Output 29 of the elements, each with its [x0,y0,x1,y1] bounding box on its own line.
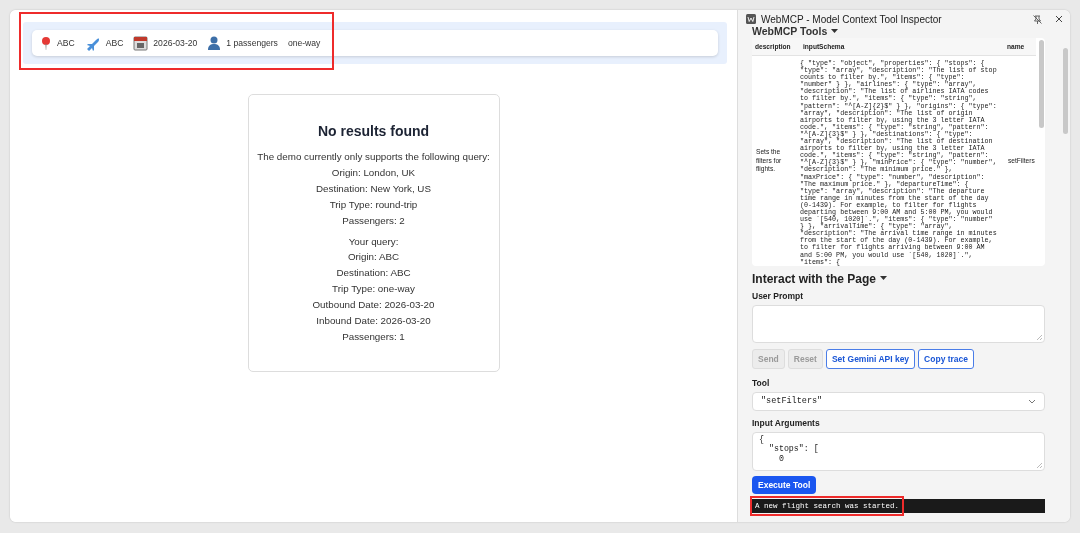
filter-value: 1 passengers [226,38,278,48]
info-text: Trip Type: round-trip [329,197,418,212]
query-text: Outbound Date: 2026-03-20 [312,298,435,313]
window-title: WebMCP - Model Context Tool Inspector [761,13,943,25]
info-text: Passengers: 2 [342,213,405,228]
trip-type-label: one-way [287,38,321,48]
section-heading: Interact with the Page [752,271,877,286]
action-button[interactable]: Set Gemini API key [825,348,916,369]
field-label: Input Arguments [752,417,821,428]
filter-value: 2026-03-20 [153,38,198,48]
results-title: No results found [317,123,430,139]
action-button[interactable]: Copy trace [918,348,975,369]
field-label: User Prompt [752,290,804,301]
info-text: Destination: New York, US [316,181,431,196]
execute-button[interactable]: Execute Tool [752,475,817,494]
query-text: Passengers: 1 [342,329,405,344]
info-text: The demo currently only supports the following query: [257,150,490,164]
query-text: Destination: ABC [336,266,411,281]
query-text: Trip Type: one-way [332,282,415,297]
query-text: Your query: [348,234,399,249]
section-heading: WebMCP Tools [752,26,828,37]
info-text: Origin: London, UK [331,165,416,180]
query-text: Origin: ABC [347,250,400,265]
filter-value: ABC [105,38,124,48]
tool-dropdown[interactable]: "setFilters" [752,391,1045,411]
arguments-field[interactable]: { "stops": [ 0 [752,431,1045,471]
filter-value: ABC [57,38,75,48]
query-text: Inbound Date: 2026-03-20 [316,314,431,329]
field-label: Tool [752,377,771,388]
